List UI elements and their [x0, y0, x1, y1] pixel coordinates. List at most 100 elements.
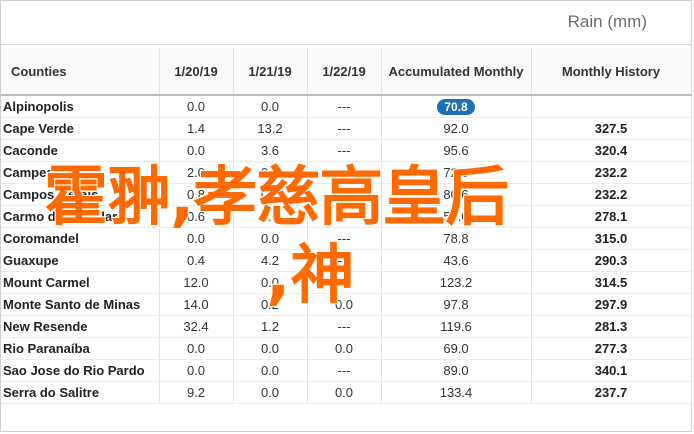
- date-2-cell: 0.0: [233, 381, 308, 404]
- table-row[interactable]: Sao Jose do Rio Pardo 0.0 0.0 --- 89.0 340.1: [1, 359, 692, 382]
- accumulated-cell: 70.8: [381, 95, 532, 118]
- date-1-cell: 1.4: [159, 117, 234, 140]
- date-3-cell: ---: [307, 227, 382, 250]
- table-row[interactable]: Guaxupe 0.4 4.2 --- 43.6 290.3: [1, 249, 692, 272]
- history-cell: 277.3: [531, 337, 692, 360]
- date-2-cell: 3.6: [233, 139, 308, 162]
- accumulated-cell: 133.4: [381, 381, 532, 404]
- county-cell: Alpinopolis: [1, 95, 160, 118]
- col-header-date-1[interactable]: 1/20/19: [159, 48, 234, 96]
- table-row[interactable]: Campestre 2.0 0.2 --- 72.0 232.2: [1, 161, 692, 184]
- date-2-cell: 0.0: [233, 271, 308, 294]
- table-row[interactable]: Campos Gerais 0.8 0.0 --- 80.6 232.2: [1, 183, 692, 206]
- table-row[interactable]: Caconde 0.0 3.6 --- 95.6 320.4: [1, 139, 692, 162]
- date-1-cell: 2.0: [159, 161, 234, 184]
- accumulated-cell: 119.6: [381, 315, 532, 338]
- date-1-cell: 32.4: [159, 315, 234, 338]
- date-1-cell: 0.8: [159, 183, 234, 206]
- history-cell: 232.2: [531, 161, 692, 184]
- page-title: Rain (mm): [567, 12, 647, 31]
- table-row[interactable]: Rio Paranaíba 0.0 0.0 0.0 69.0 277.3: [1, 337, 692, 360]
- rain-table: Counties 1/20/19 1/21/19 1/22/19 Accumul…: [1, 48, 692, 404]
- date-1-cell: 0.0: [159, 227, 234, 250]
- county-cell: Carmo do Rio Claro: [1, 205, 160, 228]
- date-2-cell: 0.2: [233, 161, 308, 184]
- accumulated-cell: 95.6: [381, 139, 532, 162]
- accumulated-cell: 92.0: [381, 117, 532, 140]
- county-cell: Campos Gerais: [1, 183, 160, 206]
- history-cell: 232.2: [531, 183, 692, 206]
- date-3-cell: ---: [307, 139, 382, 162]
- date-3-cell: 0.0: [307, 293, 382, 316]
- accumulated-cell: 123.2: [381, 271, 532, 294]
- date-3-cell: ---: [307, 183, 382, 206]
- table-row[interactable]: New Resende 32.4 1.2 --- 119.6 281.3: [1, 315, 692, 338]
- date-2-cell: 0.0: [233, 95, 308, 118]
- table-row[interactable]: Coromandel 0.0 0.0 --- 78.8 315.0: [1, 227, 692, 250]
- history-cell: 290.3: [531, 249, 692, 272]
- county-cell: Rio Paranaíba: [1, 337, 160, 360]
- col-header-history[interactable]: Monthly History: [531, 48, 692, 96]
- history-cell: 278.1: [531, 205, 692, 228]
- date-2-cell: 0.2: [233, 293, 308, 316]
- table-row[interactable]: Cape Verde 1.4 13.2 --- 92.0 327.5: [1, 117, 692, 140]
- date-2-cell: 4.2: [233, 249, 308, 272]
- table-row[interactable]: Mount Carmel 12.0 0.0 --- 123.2 314.5: [1, 271, 692, 294]
- county-cell: Campestre: [1, 161, 160, 184]
- date-2-cell: 0.0: [233, 359, 308, 382]
- date-2-cell: 13.2: [233, 117, 308, 140]
- accumulated-cell: 97.8: [381, 293, 532, 316]
- accumulated-cell: 43.6: [381, 249, 532, 272]
- date-3-cell: ---: [307, 117, 382, 140]
- county-cell: Coromandel: [1, 227, 160, 250]
- date-1-cell: 12.0: [159, 271, 234, 294]
- date-1-cell: 14.0: [159, 293, 234, 316]
- date-1-cell: 0.0: [159, 139, 234, 162]
- accumulated-cell: 80.6: [381, 183, 532, 206]
- county-cell: Monte Santo de Minas: [1, 293, 160, 316]
- county-cell: New Resende: [1, 315, 160, 338]
- table-row[interactable]: Monte Santo de Minas 14.0 0.2 0.0 97.8 297.9: [1, 293, 692, 316]
- accumulated-cell: 58.0: [381, 205, 532, 228]
- date-3-cell: 0.0: [307, 381, 382, 404]
- col-header-counties[interactable]: Counties: [1, 48, 160, 96]
- date-3-cell: ---: [307, 315, 382, 338]
- date-2-cell: 0.0: [233, 227, 308, 250]
- col-header-accumulated[interactable]: Accumulated Monthly: [381, 48, 532, 96]
- date-1-cell: 0.4: [159, 249, 234, 272]
- date-1-cell: 0.6: [159, 205, 234, 228]
- date-3-cell: ---: [307, 205, 382, 228]
- history-cell: 327.5: [531, 117, 692, 140]
- date-2-cell: 0.0: [233, 205, 308, 228]
- date-3-cell: 0.0: [307, 337, 382, 360]
- date-3-cell: ---: [307, 271, 382, 294]
- county-cell: Guaxupe: [1, 249, 160, 272]
- date-2-cell: 0.0: [233, 337, 308, 360]
- col-header-date-2[interactable]: 1/21/19: [233, 48, 308, 96]
- history-cell: 297.9: [531, 293, 692, 316]
- table-row[interactable]: Alpinopolis 0.0 0.0 --- 70.8: [1, 95, 692, 118]
- date-3-cell: ---: [307, 95, 382, 118]
- history-cell: 320.4: [531, 139, 692, 162]
- county-cell: Mount Carmel: [1, 271, 160, 294]
- date-3-cell: ---: [307, 249, 382, 272]
- accumulated-cell: 78.8: [381, 227, 532, 250]
- date-1-cell: 0.0: [159, 95, 234, 118]
- county-cell: Sao Jose do Rio Pardo: [1, 359, 160, 382]
- date-1-cell: 9.2: [159, 381, 234, 404]
- date-3-cell: ---: [307, 359, 382, 382]
- history-cell: 314.5: [531, 271, 692, 294]
- col-header-date-3[interactable]: 1/22/19: [307, 48, 382, 96]
- title-bar: Rain (mm): [1, 1, 691, 45]
- date-1-cell: 0.0: [159, 337, 234, 360]
- history-cell: [531, 95, 692, 118]
- history-cell: 281.3: [531, 315, 692, 338]
- accumulated-cell: 89.0: [381, 359, 532, 382]
- county-cell: Caconde: [1, 139, 160, 162]
- date-2-cell: 1.2: [233, 315, 308, 338]
- table-row[interactable]: Serra do Salitre 9.2 0.0 0.0 133.4 237.7: [1, 381, 692, 404]
- highlight-badge: 70.8: [437, 98, 475, 115]
- county-cell: Serra do Salitre: [1, 381, 160, 404]
- date-2-cell: 0.0: [233, 183, 308, 206]
- table-row[interactable]: Carmo do Rio Claro 0.6 0.0 --- 58.0 278.1: [1, 205, 692, 228]
